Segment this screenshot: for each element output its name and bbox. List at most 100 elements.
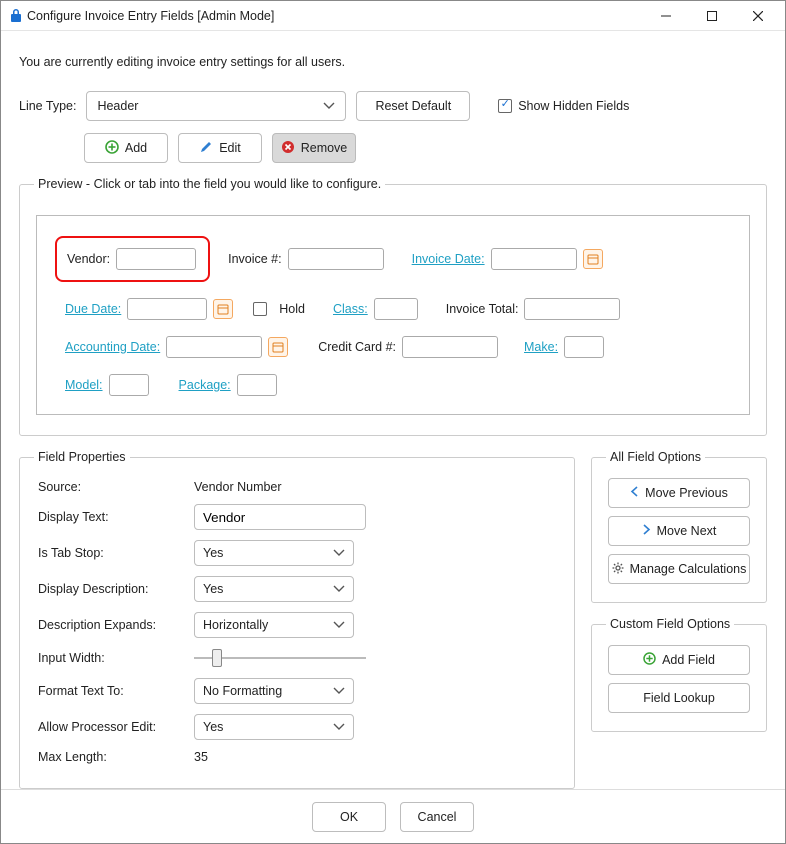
due-date-input[interactable] — [127, 298, 207, 320]
ok-button[interactable]: OK — [312, 802, 386, 832]
due-date-label[interactable]: Due Date: — [65, 302, 121, 316]
all-field-options-fieldset: All Field Options Move Previous Move Nex… — [591, 450, 767, 603]
edit-label: Edit — [219, 141, 241, 155]
custom-field-options-legend: Custom Field Options — [606, 617, 734, 631]
field-properties-fieldset: Field Properties Source: Vendor Number D… — [19, 450, 575, 789]
calendar-icon[interactable] — [583, 249, 603, 269]
hold-label: Hold — [279, 302, 305, 316]
vendor-input[interactable] — [116, 248, 196, 270]
preview-fieldset: Preview - Click or tab into the field yo… — [19, 177, 767, 436]
preview-legend: Preview - Click or tab into the field yo… — [34, 177, 385, 191]
field-lookup-label: Field Lookup — [643, 691, 715, 705]
accounting-date-input[interactable] — [166, 336, 262, 358]
max-length-label: Max Length: — [38, 750, 194, 764]
gear-icon — [612, 562, 624, 577]
chevron-down-icon — [333, 585, 345, 593]
line-type-select[interactable]: Header — [86, 91, 346, 121]
invoice-date-input[interactable] — [491, 248, 577, 270]
accounting-date-label[interactable]: Accounting Date: — [65, 340, 160, 354]
window-title: Configure Invoice Entry Fields [Admin Mo… — [23, 9, 643, 23]
allow-edit-select[interactable]: Yes — [194, 714, 354, 740]
format-value: No Formatting — [203, 684, 282, 698]
package-input[interactable] — [237, 374, 277, 396]
desc-expands-label: Description Expands: — [38, 618, 194, 632]
model-label[interactable]: Model: — [65, 378, 103, 392]
input-width-slider[interactable] — [194, 648, 366, 668]
chevron-right-icon — [642, 524, 651, 538]
minimize-button[interactable] — [643, 1, 689, 30]
credit-card-input[interactable] — [402, 336, 498, 358]
info-text: You are currently editing invoice entry … — [19, 55, 767, 69]
display-text-input[interactable] — [194, 504, 366, 530]
remove-button[interactable]: Remove — [272, 133, 356, 163]
move-previous-button[interactable]: Move Previous — [608, 478, 750, 508]
make-label[interactable]: Make: — [524, 340, 558, 354]
chevron-down-icon — [333, 723, 345, 731]
display-desc-value: Yes — [203, 582, 223, 596]
all-field-options-legend: All Field Options — [606, 450, 705, 464]
edit-button[interactable]: Edit — [178, 133, 262, 163]
max-length-value: 35 — [194, 750, 556, 764]
desc-expands-select[interactable]: Horizontally — [194, 612, 354, 638]
class-input[interactable] — [374, 298, 418, 320]
format-select[interactable]: No Formatting — [194, 678, 354, 704]
model-input[interactable] — [109, 374, 149, 396]
line-type-value: Header — [97, 99, 138, 113]
display-desc-select[interactable]: Yes — [194, 576, 354, 602]
class-label[interactable]: Class: — [333, 302, 368, 316]
selected-field-vendor[interactable]: Vendor: — [55, 236, 210, 282]
allow-edit-label: Allow Processor Edit: — [38, 720, 194, 734]
add-label: Add — [125, 141, 147, 155]
chevron-down-icon — [323, 102, 335, 110]
display-desc-label: Display Description: — [38, 582, 194, 596]
allow-edit-value: Yes — [203, 720, 223, 734]
chevron-down-icon — [333, 621, 345, 629]
calendar-icon[interactable] — [213, 299, 233, 319]
field-lookup-button[interactable]: Field Lookup — [608, 683, 750, 713]
package-label[interactable]: Package: — [179, 378, 231, 392]
tab-stop-label: Is Tab Stop: — [38, 546, 194, 560]
show-hidden-checkbox[interactable] — [498, 99, 512, 113]
invoice-total-input[interactable] — [524, 298, 620, 320]
manage-calculations-button[interactable]: Manage Calculations — [608, 554, 750, 584]
x-circle-icon — [281, 140, 295, 157]
reset-default-button[interactable]: Reset Default — [356, 91, 470, 121]
chevron-down-icon — [333, 687, 345, 695]
lock-icon — [9, 8, 23, 23]
cancel-label: Cancel — [418, 810, 457, 824]
move-next-button[interactable]: Move Next — [608, 516, 750, 546]
desc-expands-value: Horizontally — [203, 618, 268, 632]
maximize-button[interactable] — [689, 1, 735, 30]
plus-icon — [105, 140, 119, 157]
ok-label: OK — [340, 810, 358, 824]
plus-icon — [643, 652, 656, 668]
add-field-label: Add Field — [662, 653, 715, 667]
format-label: Format Text To: — [38, 684, 194, 698]
invoice-num-input[interactable] — [288, 248, 384, 270]
reset-default-label: Reset Default — [375, 99, 451, 113]
title-bar: Configure Invoice Entry Fields [Admin Mo… — [1, 1, 785, 31]
tab-stop-select[interactable]: Yes — [194, 540, 354, 566]
cancel-button[interactable]: Cancel — [400, 802, 474, 832]
calendar-icon[interactable] — [268, 337, 288, 357]
source-value: Vendor Number — [194, 480, 556, 494]
show-hidden-label: Show Hidden Fields — [518, 99, 629, 113]
pencil-icon — [199, 140, 213, 157]
chevron-left-icon — [630, 486, 639, 500]
source-label: Source: — [38, 480, 194, 494]
credit-card-label: Credit Card #: — [318, 340, 396, 354]
invoice-num-label: Invoice #: — [228, 252, 282, 266]
close-button[interactable] — [735, 1, 781, 30]
move-next-label: Move Next — [657, 524, 717, 538]
make-input[interactable] — [564, 336, 604, 358]
add-field-button[interactable]: Add Field — [608, 645, 750, 675]
invoice-date-label[interactable]: Invoice Date: — [412, 252, 485, 266]
custom-field-options-fieldset: Custom Field Options Add Field Field Loo… — [591, 617, 767, 732]
move-previous-label: Move Previous — [645, 486, 728, 500]
add-button[interactable]: Add — [84, 133, 168, 163]
preview-box: Vendor: Invoice #: Invoice Date: — [36, 215, 750, 415]
vendor-label: Vendor: — [67, 252, 110, 266]
input-width-label: Input Width: — [38, 651, 194, 665]
invoice-total-label: Invoice Total: — [446, 302, 519, 316]
hold-checkbox[interactable] — [253, 302, 267, 316]
